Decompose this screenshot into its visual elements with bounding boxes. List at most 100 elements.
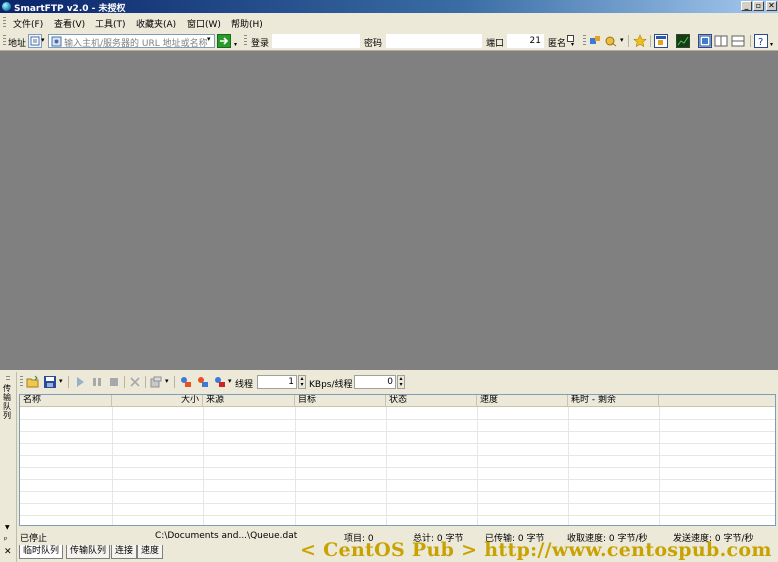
- tab-speed[interactable]: 速度: [137, 545, 164, 559]
- separator: [650, 35, 651, 47]
- table-row: [20, 491, 775, 492]
- kbps-input[interactable]: 0: [354, 375, 396, 389]
- threads-stepper[interactable]: ▴ ▾: [298, 375, 306, 389]
- watermark-text: < CentOS Pub > http://www.centospub.com: [300, 539, 772, 561]
- toolbar-grip[interactable]: [3, 35, 6, 47]
- pin-icon[interactable]: ᵖ: [4, 535, 7, 544]
- menu-tools[interactable]: 工具(T): [95, 17, 126, 30]
- col-elapsed-remaining[interactable]: 耗时 - 剩余: [568, 395, 659, 407]
- stop-queue-icon[interactable]: [107, 375, 121, 389]
- transfer-mode-icon[interactable]: [213, 375, 227, 389]
- help-icon[interactable]: ?: [754, 34, 768, 48]
- toolbar-grip[interactable]: [20, 376, 23, 388]
- window-title: SmartFTP v2.0 - 未授权: [14, 4, 126, 14]
- restore-button[interactable]: ▫: [753, 1, 764, 11]
- login-input[interactable]: [272, 34, 360, 48]
- speed-graph-icon[interactable]: [676, 34, 690, 48]
- minimize-button[interactable]: _: [741, 1, 752, 11]
- password-input[interactable]: [386, 34, 482, 48]
- column-divider: [295, 407, 296, 525]
- close-button[interactable]: ✕: [766, 1, 777, 11]
- port-label: 端口: [486, 39, 505, 49]
- connect-go-icon[interactable]: [217, 34, 231, 48]
- separator: [750, 35, 751, 47]
- kbps-stepper[interactable]: ▴ ▾: [397, 375, 405, 389]
- queue-table[interactable]: 名称 大小 来源 目标 状态 速度 耗时 - 剩余: [19, 394, 776, 526]
- table-row: [20, 455, 775, 456]
- tab-connections[interactable]: 连接: [111, 545, 138, 559]
- move-item-icon[interactable]: [149, 375, 163, 389]
- menu-favorites[interactable]: 收藏夹(A): [136, 17, 176, 30]
- menu-bar: 文件(F) 查看(V) 工具(T) 收藏夹(A) 窗口(W) 帮助(H): [0, 14, 778, 33]
- start-queue-icon[interactable]: [73, 375, 87, 389]
- address-label: 地址: [8, 39, 27, 49]
- chevron-down-icon[interactable]: ▾: [770, 41, 773, 48]
- transfer-download-icon[interactable]: [196, 375, 210, 389]
- chevron-down-icon[interactable]: ▾: [234, 41, 237, 48]
- chevron-down-icon[interactable]: ▾: [41, 36, 45, 44]
- chevron-down-icon[interactable]: ▾: [228, 377, 232, 385]
- threads-value: 1: [288, 377, 294, 387]
- col-destination[interactable]: 目标: [295, 395, 386, 407]
- disconnect-icon[interactable]: [604, 34, 618, 48]
- close-panel-icon[interactable]: ✕: [4, 547, 12, 557]
- layout-vertical-icon[interactable]: [714, 34, 728, 48]
- threads-input[interactable]: 1: [257, 375, 297, 389]
- table-row: [20, 479, 775, 480]
- menu-window[interactable]: 窗口(W): [187, 17, 221, 30]
- status-state: 已停止: [20, 534, 48, 544]
- anonymous-label: 匿名: [548, 39, 567, 49]
- chevron-down-icon[interactable]: ▾: [59, 377, 63, 385]
- status-path: C:\Documents and...\Queue.dat: [155, 531, 298, 541]
- col-name[interactable]: 名称: [20, 395, 112, 407]
- col-source[interactable]: 来源: [203, 395, 295, 407]
- delete-icon[interactable]: [128, 375, 142, 389]
- threads-label: 线程: [235, 380, 254, 390]
- favorites-star-icon[interactable]: [633, 34, 647, 48]
- transfer-upload-icon[interactable]: [179, 375, 193, 389]
- protocol-icon[interactable]: [28, 34, 42, 48]
- table-row: [20, 503, 775, 504]
- separator: [68, 376, 69, 388]
- toolbar-grip[interactable]: [3, 17, 6, 29]
- layout-single-icon[interactable]: [698, 34, 712, 48]
- menu-help[interactable]: 帮助(H): [231, 17, 263, 30]
- column-divider: [568, 407, 569, 525]
- separator: [145, 376, 146, 388]
- chevron-down-icon[interactable]: ▾: [207, 35, 211, 43]
- save-icon[interactable]: [43, 375, 57, 389]
- table-row: [20, 443, 775, 444]
- password-label: 密码: [364, 39, 383, 49]
- panel-grip[interactable]: [6, 376, 10, 380]
- layout-horizontal-icon[interactable]: [731, 34, 745, 48]
- separator: [124, 376, 125, 388]
- pin-arrow-icon[interactable]: ▼: [5, 524, 10, 531]
- title-bar: SmartFTP v2.0 - 未授权 _ ▫ ✕: [0, 0, 778, 14]
- svg-text:?: ?: [758, 37, 763, 47]
- tab-transfer-queue[interactable]: 传输队列: [66, 545, 111, 559]
- col-size[interactable]: 大小: [112, 395, 203, 407]
- toolbar-grip[interactable]: [583, 35, 586, 47]
- col-status[interactable]: 状态: [386, 395, 477, 407]
- menu-file[interactable]: 文件(F): [13, 17, 43, 30]
- workspace-area: [0, 51, 778, 370]
- local-browser-icon[interactable]: [654, 34, 668, 48]
- table-row: [20, 467, 775, 468]
- queue-side-strip: 传输队列 ▼ ᵖ ✕: [0, 372, 17, 562]
- chevron-down-icon[interactable]: ▾: [571, 41, 574, 48]
- connect-icon[interactable]: [588, 34, 602, 48]
- pause-queue-icon[interactable]: [90, 375, 104, 389]
- tab-temp-queue[interactable]: 临时队列: [19, 545, 64, 559]
- port-input[interactable]: 21: [507, 34, 544, 48]
- col-speed[interactable]: 速度: [477, 395, 568, 407]
- port-value: 21: [529, 36, 541, 46]
- column-divider: [477, 407, 478, 525]
- chevron-down-icon[interactable]: ▾: [165, 377, 169, 385]
- toolbar-grip[interactable]: [244, 35, 247, 47]
- table-row: [20, 419, 775, 420]
- open-folder-icon[interactable]: [26, 375, 40, 389]
- address-input[interactable]: 输入主机/服务器的 URL 地址或名称 ▾: [48, 34, 215, 49]
- queue-toolbar: ▾ ▾ ▾ 线程 1 ▴ ▾ KBps/线程 0 ▴ ▾: [17, 372, 778, 392]
- chevron-down-icon[interactable]: ▾: [620, 36, 624, 44]
- menu-view[interactable]: 查看(V): [54, 17, 85, 30]
